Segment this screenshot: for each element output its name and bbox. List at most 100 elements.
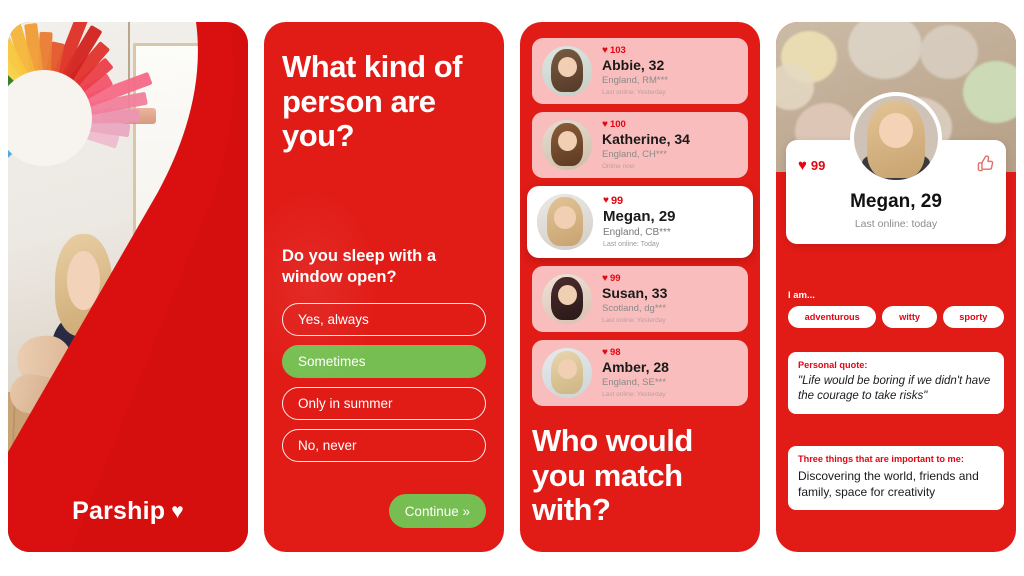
match-location: England, CH*** <box>602 149 667 161</box>
match-headline: Who would you match with? <box>532 423 693 528</box>
match-score-badge: ♥ 99 <box>602 272 667 285</box>
avatar-face <box>557 359 577 379</box>
important-things-title: Three things that are important to me: <box>798 454 964 464</box>
cover-blob-decor <box>848 22 922 79</box>
avatar-face <box>557 131 577 151</box>
avatar-face <box>554 206 576 229</box>
cover-blob-decor <box>963 61 1016 123</box>
match-last-online: Last online: Today <box>603 241 660 249</box>
match-card-active[interactable]: ♥ 99 Megan, 29 England, CB*** Last online: T… <box>527 186 753 258</box>
profile-panel: ♥ 99 Megan, 29 Last online: today I am..… <box>776 22 1016 552</box>
match-location: England, CB*** <box>603 227 671 239</box>
match-card[interactable]: ♥ 100 Katherine, 34 England, CH*** Online no… <box>532 112 748 178</box>
answer-option-label: Yes, always <box>298 312 369 328</box>
screenshot-gallery: Parship ♥ What kind of person are you? Do… <box>0 0 1024 576</box>
answer-option-0[interactable]: Yes, always <box>282 303 486 337</box>
match-card-body: ♥ 98 Amber, 28 England, SE*** Last online: Y… <box>602 346 669 399</box>
personal-quote-card: Personal quote: "Life would be boring if… <box>788 352 1004 415</box>
i-am-label: I am... <box>788 290 815 301</box>
heart-icon: ♥ <box>602 44 608 56</box>
match-score-value: 99 <box>609 273 621 285</box>
heart-icon: ♥ <box>798 156 807 174</box>
match-score-badge: ♥ 98 <box>602 346 669 359</box>
answer-option-3[interactable]: No, never <box>282 429 486 463</box>
match-last-online: Last online: Yesterday <box>602 391 666 399</box>
match-last-online: Last online: Yesterday <box>602 317 666 325</box>
match-score-value: 103 <box>609 45 626 57</box>
logo-wordmark: Parship <box>72 497 166 525</box>
match-location: England, RM*** <box>602 75 669 87</box>
match-card[interactable]: ♥ 103 Abbie, 32 England, RM*** Last online: … <box>532 38 748 104</box>
cover-blob-decor <box>920 25 978 79</box>
match-score-badge: ♥ 103 <box>602 44 668 57</box>
heart-icon: ♥ <box>602 346 608 358</box>
heart-icon: ♥ <box>602 272 608 284</box>
trait-tag-sporty[interactable]: sporty <box>942 306 1005 328</box>
avatar-face <box>557 57 577 77</box>
match-name: Abbie, 32 <box>602 56 665 73</box>
match-avatar <box>542 274 592 324</box>
answer-option-label: Only in summer <box>298 396 393 412</box>
match-card-body: ♥ 103 Abbie, 32 England, RM*** Last online: … <box>602 44 669 97</box>
heart-icon: ♥ <box>602 118 608 130</box>
answer-option-list: Yes, always Sometimes Only in summer No, ne… <box>282 303 486 463</box>
avatar-face <box>557 285 577 305</box>
continue-button[interactable]: Continue » <box>388 494 486 528</box>
answer-option-label: Sometimes <box>298 354 366 370</box>
match-avatar <box>542 348 592 398</box>
answer-option-label: No, never <box>298 438 357 454</box>
match-card-body: ♥ 100 Katherine, 34 England, CH*** Online no… <box>602 118 690 171</box>
hero-photo <box>8 22 248 552</box>
match-score-value: 99 <box>610 194 624 207</box>
profile-summary-card: ♥ 99 Megan, 29 Last online: today <box>786 92 1006 244</box>
match-score-badge: ♥ 99 <box>603 194 676 207</box>
match-score-value: 98 <box>609 347 621 359</box>
match-last-online: Online now <box>602 163 635 171</box>
profile-avatar <box>850 92 942 184</box>
profile-name: Megan, 29 <box>850 191 942 212</box>
quiz-question: Do you sleep with a window open? <box>282 247 437 286</box>
match-location: England, SE*** <box>602 377 666 389</box>
important-things-card: Three things that are important to me: D… <box>788 446 1004 511</box>
profile-last-online: Last online: today <box>854 217 938 230</box>
match-score-value: 99 <box>810 157 826 173</box>
colour-fan-decor <box>8 22 153 183</box>
match-list-panel: ♥ 103 Abbie, 32 England, RM*** Last online: … <box>520 22 760 552</box>
match-name: Susan, 33 <box>602 284 668 301</box>
answer-option-1[interactable]: Sometimes <box>282 345 486 379</box>
answer-option-2[interactable]: Only in summer <box>282 387 486 421</box>
match-score-badge: ♥ 99 <box>798 157 825 174</box>
match-last-online: Last online: Yesterday <box>602 89 666 97</box>
match-score-value: 100 <box>609 119 626 131</box>
trait-tag-adventurous[interactable]: adventurous <box>788 306 877 328</box>
match-card-body: ♥ 99 Susan, 33 Scotland, dg*** Last online: … <box>602 272 668 325</box>
personal-quote-text: "Life would be boring if we didn't have … <box>798 375 991 403</box>
face <box>67 251 100 310</box>
parship-logo: Parship ♥ <box>8 497 248 526</box>
match-avatar <box>542 46 592 96</box>
heart-icon: ♥ <box>171 500 184 523</box>
match-name: Katherine, 34 <box>602 130 690 147</box>
trait-tag-witty[interactable]: witty <box>882 306 937 328</box>
i-am-section: I am... adventurous witty sporty <box>788 290 1005 328</box>
match-avatar <box>537 194 593 250</box>
match-card[interactable]: ♥ 98 Amber, 28 England, SE*** Last online: Y… <box>532 340 748 406</box>
match-name: Megan, 29 <box>603 207 676 225</box>
match-score-badge: ♥ 100 <box>602 118 690 131</box>
trait-tag-row: adventurous witty sporty <box>788 306 1005 328</box>
hero-panel: Parship ♥ <box>8 22 248 552</box>
match-name: Amber, 28 <box>602 358 669 375</box>
match-avatar <box>542 120 592 170</box>
match-list: ♥ 103 Abbie, 32 England, RM*** Last online: … <box>527 38 753 406</box>
quiz-panel: What kind of person are you? Do you slee… <box>264 22 504 552</box>
avatar-face <box>879 112 913 149</box>
match-card[interactable]: ♥ 99 Susan, 33 Scotland, dg*** Last online: … <box>532 266 748 332</box>
match-card-body: ♥ 99 Megan, 29 England, CB*** Last online: T… <box>603 194 676 249</box>
thumbs-up-icon[interactable] <box>977 154 994 176</box>
important-things-text: Discovering the world, friends and famil… <box>798 469 979 500</box>
match-location: Scotland, dg*** <box>602 303 666 315</box>
heart-icon: ♥ <box>603 195 609 207</box>
quiz-headline: What kind of person are you? <box>282 49 462 154</box>
hero-person-photo <box>8 234 147 478</box>
personal-quote-title: Personal quote: <box>798 360 868 370</box>
